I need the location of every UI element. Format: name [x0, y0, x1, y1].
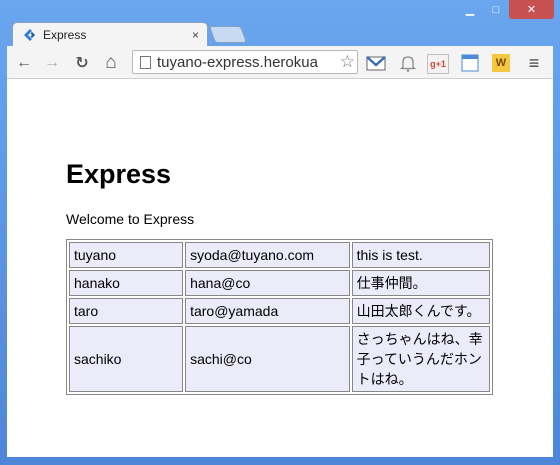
bell-icon[interactable] [397, 52, 419, 74]
browser-window: ▁ □ ✕ Express × ← → ↻ ⌂ tuyano-express.h… [0, 0, 560, 465]
tab-title: Express [43, 28, 87, 42]
menu-icon[interactable]: ≡ [523, 52, 545, 74]
close-window-icon[interactable]: ✕ [509, 0, 554, 19]
tab-close-icon[interactable]: × [192, 28, 199, 42]
minimize-icon[interactable]: ▁ [457, 0, 483, 19]
bookmark-star-icon[interactable]: ☆ [339, 52, 355, 72]
toolbar: ← → ↻ ⌂ tuyano-express.herokua ☆ g+1 W ≡ [7, 46, 553, 79]
window-controls: ▁ □ ✕ [457, 0, 554, 20]
email-cell: sachi@co [185, 326, 350, 392]
tab-express[interactable]: Express × [12, 22, 208, 47]
memo-cell: さっちゃんはね、幸子っていうんだホントはね。 [351, 326, 490, 392]
maximize-icon[interactable]: □ [483, 0, 509, 19]
welcome-text: Welcome to Express [66, 211, 195, 227]
name-cell: tuyano [69, 242, 184, 268]
email-cell: hana@co [185, 270, 350, 296]
page-icon [140, 55, 151, 69]
table-row: hanako hana@co 仕事仲間。 [69, 270, 490, 296]
gmail-icon[interactable] [365, 52, 387, 74]
google-plus-icon[interactable]: g+1 [427, 54, 449, 74]
w-extension-icon[interactable]: W [492, 54, 510, 72]
reload-icon[interactable]: ↻ [71, 52, 93, 74]
new-tab-button[interactable] [208, 26, 248, 43]
home-icon[interactable]: ⌂ [100, 52, 122, 74]
calendar-icon[interactable] [459, 52, 481, 74]
memo-cell: 仕事仲間。 [351, 270, 490, 296]
table-row: sachiko sachi@co さっちゃんはね、幸子っていうんだホントはね。 [69, 326, 490, 392]
name-cell: sachiko [69, 326, 184, 392]
back-icon[interactable]: ← [13, 52, 35, 74]
page-title: Express [66, 159, 172, 189]
users-table: tuyano syoda@tuyano.com this is test. ha… [66, 239, 493, 395]
email-cell: syoda@tuyano.com [185, 242, 350, 268]
memo-cell: 山田太郎くんです。 [351, 298, 490, 324]
table-row: tuyano syoda@tuyano.com this is test. [69, 242, 490, 268]
email-cell: taro@yamada [185, 298, 350, 324]
url-text[interactable]: tuyano-express.herokua [157, 54, 318, 71]
page-viewport: Express Welcome to Express tuyano syoda@… [7, 79, 553, 457]
name-cell: taro [69, 298, 184, 324]
express-favicon-icon [24, 29, 35, 41]
name-cell: hanako [69, 270, 184, 296]
memo-cell: this is test. [351, 242, 490, 268]
forward-icon[interactable]: → [41, 52, 63, 74]
address-bar[interactable]: tuyano-express.herokua ☆ [132, 50, 358, 74]
table-row: taro taro@yamada 山田太郎くんです。 [69, 298, 490, 324]
